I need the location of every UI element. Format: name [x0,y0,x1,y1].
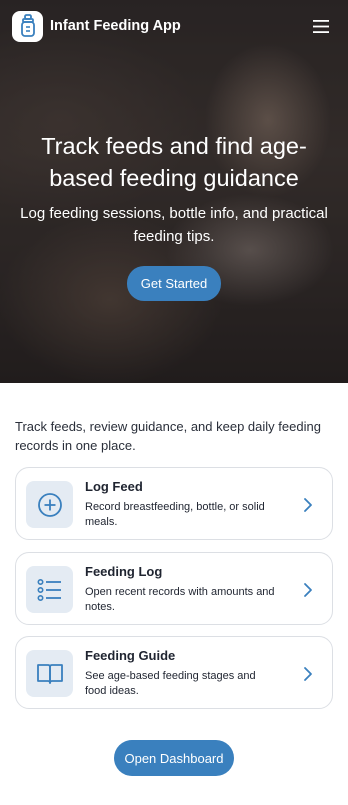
chevron-right-icon [304,498,312,512]
hero-title: Track feeds and find age-based feeding g… [41,133,307,191]
feeding-guide-card[interactable]: Feeding Guide See age-based feeding stag… [15,636,333,709]
log-feed-card[interactable]: Log Feed Record breastfeeding, bottle, o… [15,467,333,540]
chevron-right-icon [304,583,312,597]
card-icon-tile [26,481,73,528]
card-title: Feeding Guide [85,648,176,663]
open-dashboard-button[interactable]: Open Dashboard [114,740,234,776]
card-icon-tile [26,650,73,697]
card-description: Open recent records with amounts and not… [85,586,275,613]
feeding-log-card[interactable]: Feeding Log Open recent records with amo… [15,552,333,625]
list-icon [36,578,61,601]
intro-text: Track feeds, review guidance, and keep d… [15,419,321,453]
get-started-button[interactable]: Get Started [127,266,221,301]
card-icon-tile [26,566,73,613]
hero-section: Infant Feeding App Track feeds and find … [0,0,348,383]
card-title: Feeding Log [85,564,163,579]
app-logo [12,10,43,42]
plus-circle-icon [37,492,62,517]
chevron-right-icon [304,667,312,681]
open-book-icon [36,663,63,684]
app-title: Infant Feeding App [50,18,181,34]
card-description: See age-based feeding stages and food id… [85,670,256,697]
baby-bottle-icon [20,14,35,37]
hamburger-menu-icon [313,19,329,33]
hero-subtitle: Log feeding sessions, bottle info, and p… [20,205,328,245]
menu-button[interactable] [310,15,332,37]
top-bar: Infant Feeding App [12,10,332,42]
card-title: Log Feed [85,479,143,494]
card-description: Record breastfeeding, bottle, or solid m… [85,501,265,528]
